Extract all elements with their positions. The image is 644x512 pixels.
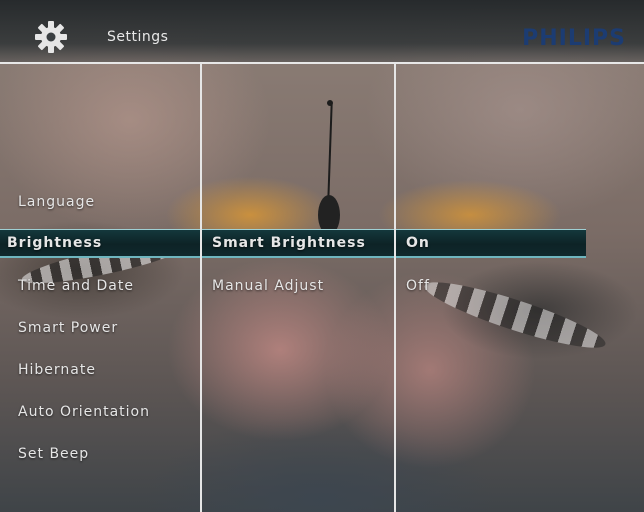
photo-background-detail <box>327 100 333 106</box>
photo-background-detail <box>327 103 333 200</box>
option-off[interactable]: Off <box>406 278 430 294</box>
option-on[interactable]: On <box>406 235 430 251</box>
menu-item-brightness[interactable]: Brightness <box>7 235 102 251</box>
column-divider <box>200 64 202 512</box>
menu-item-smart-power[interactable]: Smart Power <box>18 320 118 336</box>
menu-item-set-beep[interactable]: Set Beep <box>18 446 89 462</box>
header-bar: Settings PHILIPS <box>0 0 644 62</box>
column-divider <box>394 64 396 512</box>
menu-item-language[interactable]: Language <box>18 194 95 210</box>
menu-item-time-and-date[interactable]: Time and Date <box>18 278 134 294</box>
submenu-item-manual-adjust[interactable]: Manual Adjust <box>212 278 324 294</box>
menu-item-auto-orientation[interactable]: Auto Orientation <box>18 404 150 420</box>
settings-screen: Settings PHILIPS Language Brightness Tim… <box>0 0 644 512</box>
header-divider <box>0 62 644 64</box>
brand-logo: PHILIPS <box>522 26 626 51</box>
page-title: Settings <box>107 29 169 45</box>
photo-background-detail <box>420 271 610 359</box>
gear-icon <box>35 21 67 53</box>
submenu-item-smart-brightness[interactable]: Smart Brightness <box>212 235 366 251</box>
menu-item-hibernate[interactable]: Hibernate <box>18 362 96 378</box>
